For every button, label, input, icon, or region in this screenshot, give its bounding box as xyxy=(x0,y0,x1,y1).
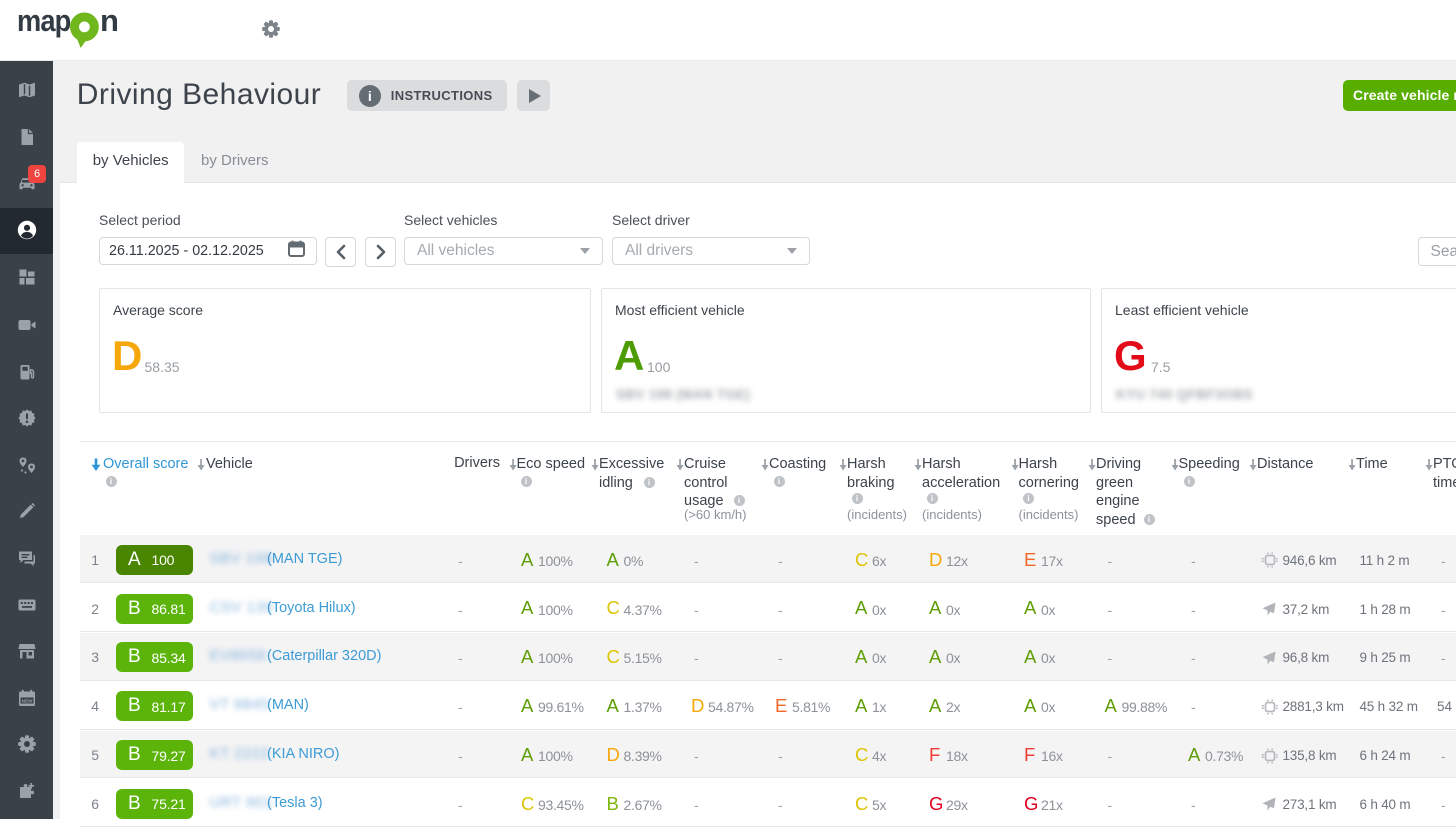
svg-text:NEW: NEW xyxy=(21,698,32,703)
